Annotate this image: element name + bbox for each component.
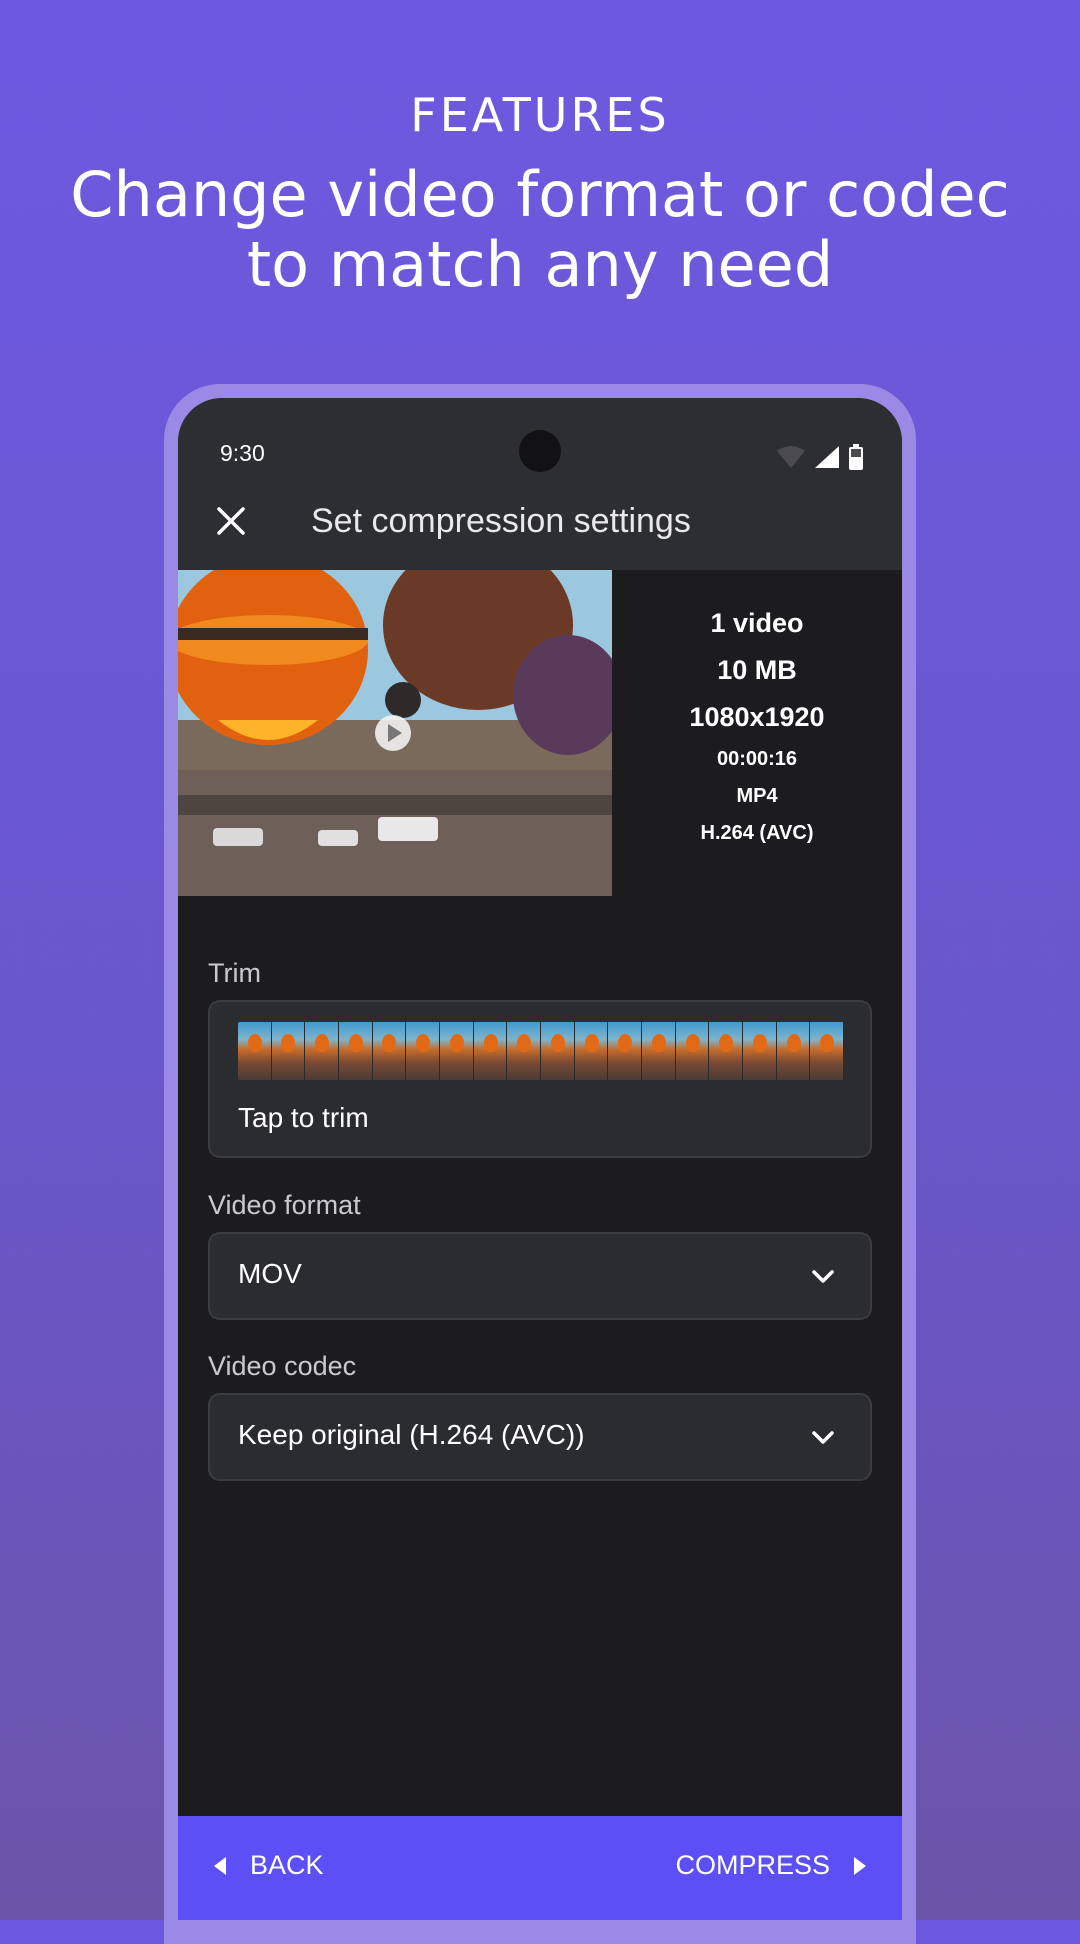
video-codec: H.264 (AVC) [700, 822, 814, 844]
filmstrip-frame [574, 1022, 609, 1080]
headline-line-1: Change video format or codec [70, 158, 1010, 231]
headline-line-2: to match any need [246, 228, 834, 301]
video-format-label: Video format [208, 1190, 361, 1220]
headline: Change video format or codec to match an… [40, 160, 1040, 300]
video-codec-select[interactable]: Keep original (H.264 (AVC)) [208, 1393, 872, 1481]
filmstrip-frame [608, 1022, 643, 1080]
chevron-down-icon [812, 1270, 834, 1283]
wifi-icon [777, 446, 805, 468]
video-size: 10 MB [717, 655, 797, 685]
video-resolution: 1080x1920 [689, 702, 825, 732]
video-codec-value: Keep original (H.264 (AVC)) [238, 1419, 585, 1450]
arrow-left-icon [214, 1856, 226, 1875]
video-format-select[interactable]: MOV [208, 1232, 872, 1320]
signal-icon [815, 446, 839, 468]
trim-card[interactable]: Tap to trim [208, 1000, 872, 1158]
app-bar: Set compression settings [178, 472, 902, 570]
video-container: MP4 [736, 785, 778, 807]
filmstrip-frame [776, 1022, 811, 1080]
filmstrip-frame [406, 1022, 441, 1080]
video-thumbnail[interactable] [178, 570, 612, 896]
filmstrip-frame [271, 1022, 306, 1080]
back-button[interactable]: BACK [212, 1850, 324, 1881]
filmstrip-frame [541, 1022, 575, 1080]
filmstrip-frame [372, 1022, 407, 1080]
filmstrip-frame [238, 1022, 272, 1080]
trim-label: Trim [208, 958, 261, 988]
filmstrip-frame [339, 1022, 373, 1080]
filmstrip-frame [675, 1022, 710, 1080]
hot-air-balloon-image [178, 570, 612, 896]
back-label: BACK [250, 1850, 324, 1880]
video-codec-label: Video codec [208, 1351, 357, 1381]
filmstrip-frame [743, 1022, 777, 1080]
close-icon [217, 507, 245, 535]
status-time: 9:30 [220, 440, 265, 466]
camera-cutout [519, 430, 561, 472]
phone-screen: 9:30 Set compression settings 1 video 10… [178, 398, 902, 1920]
status-bar: 9:30 [178, 398, 902, 472]
trim-filmstrip [238, 1022, 844, 1080]
video-format-value: MOV [238, 1258, 302, 1289]
chevron-down-icon [812, 1431, 834, 1444]
close-button[interactable] [204, 494, 258, 548]
filmstrip-frame [473, 1022, 508, 1080]
video-count: 1 video [710, 608, 804, 638]
battery-icon [849, 444, 863, 470]
video-info-panel: 1 video 10 MB 1080x1920 00:00:16 MP4 H.2… [612, 570, 902, 896]
filmstrip-frame [507, 1022, 542, 1080]
filmstrip-frame [440, 1022, 474, 1080]
filmstrip-frame [305, 1022, 340, 1080]
filmstrip-frame [642, 1022, 676, 1080]
tap-to-trim-text: Tap to trim [238, 1102, 369, 1133]
arrow-right-icon [854, 1856, 866, 1875]
filmstrip-frame [709, 1022, 744, 1080]
compress-label: COMPRESS [675, 1850, 830, 1880]
compress-button[interactable]: COMPRESS [675, 1850, 868, 1881]
status-icons [776, 444, 864, 470]
bottom-nav-bar: BACK COMPRESS [178, 1816, 902, 1920]
filmstrip-frame [810, 1022, 844, 1080]
video-duration: 00:00:16 [716, 748, 798, 770]
eyebrow-label: FEATURES [410, 88, 670, 142]
screen-title: Set compression settings [311, 502, 691, 540]
